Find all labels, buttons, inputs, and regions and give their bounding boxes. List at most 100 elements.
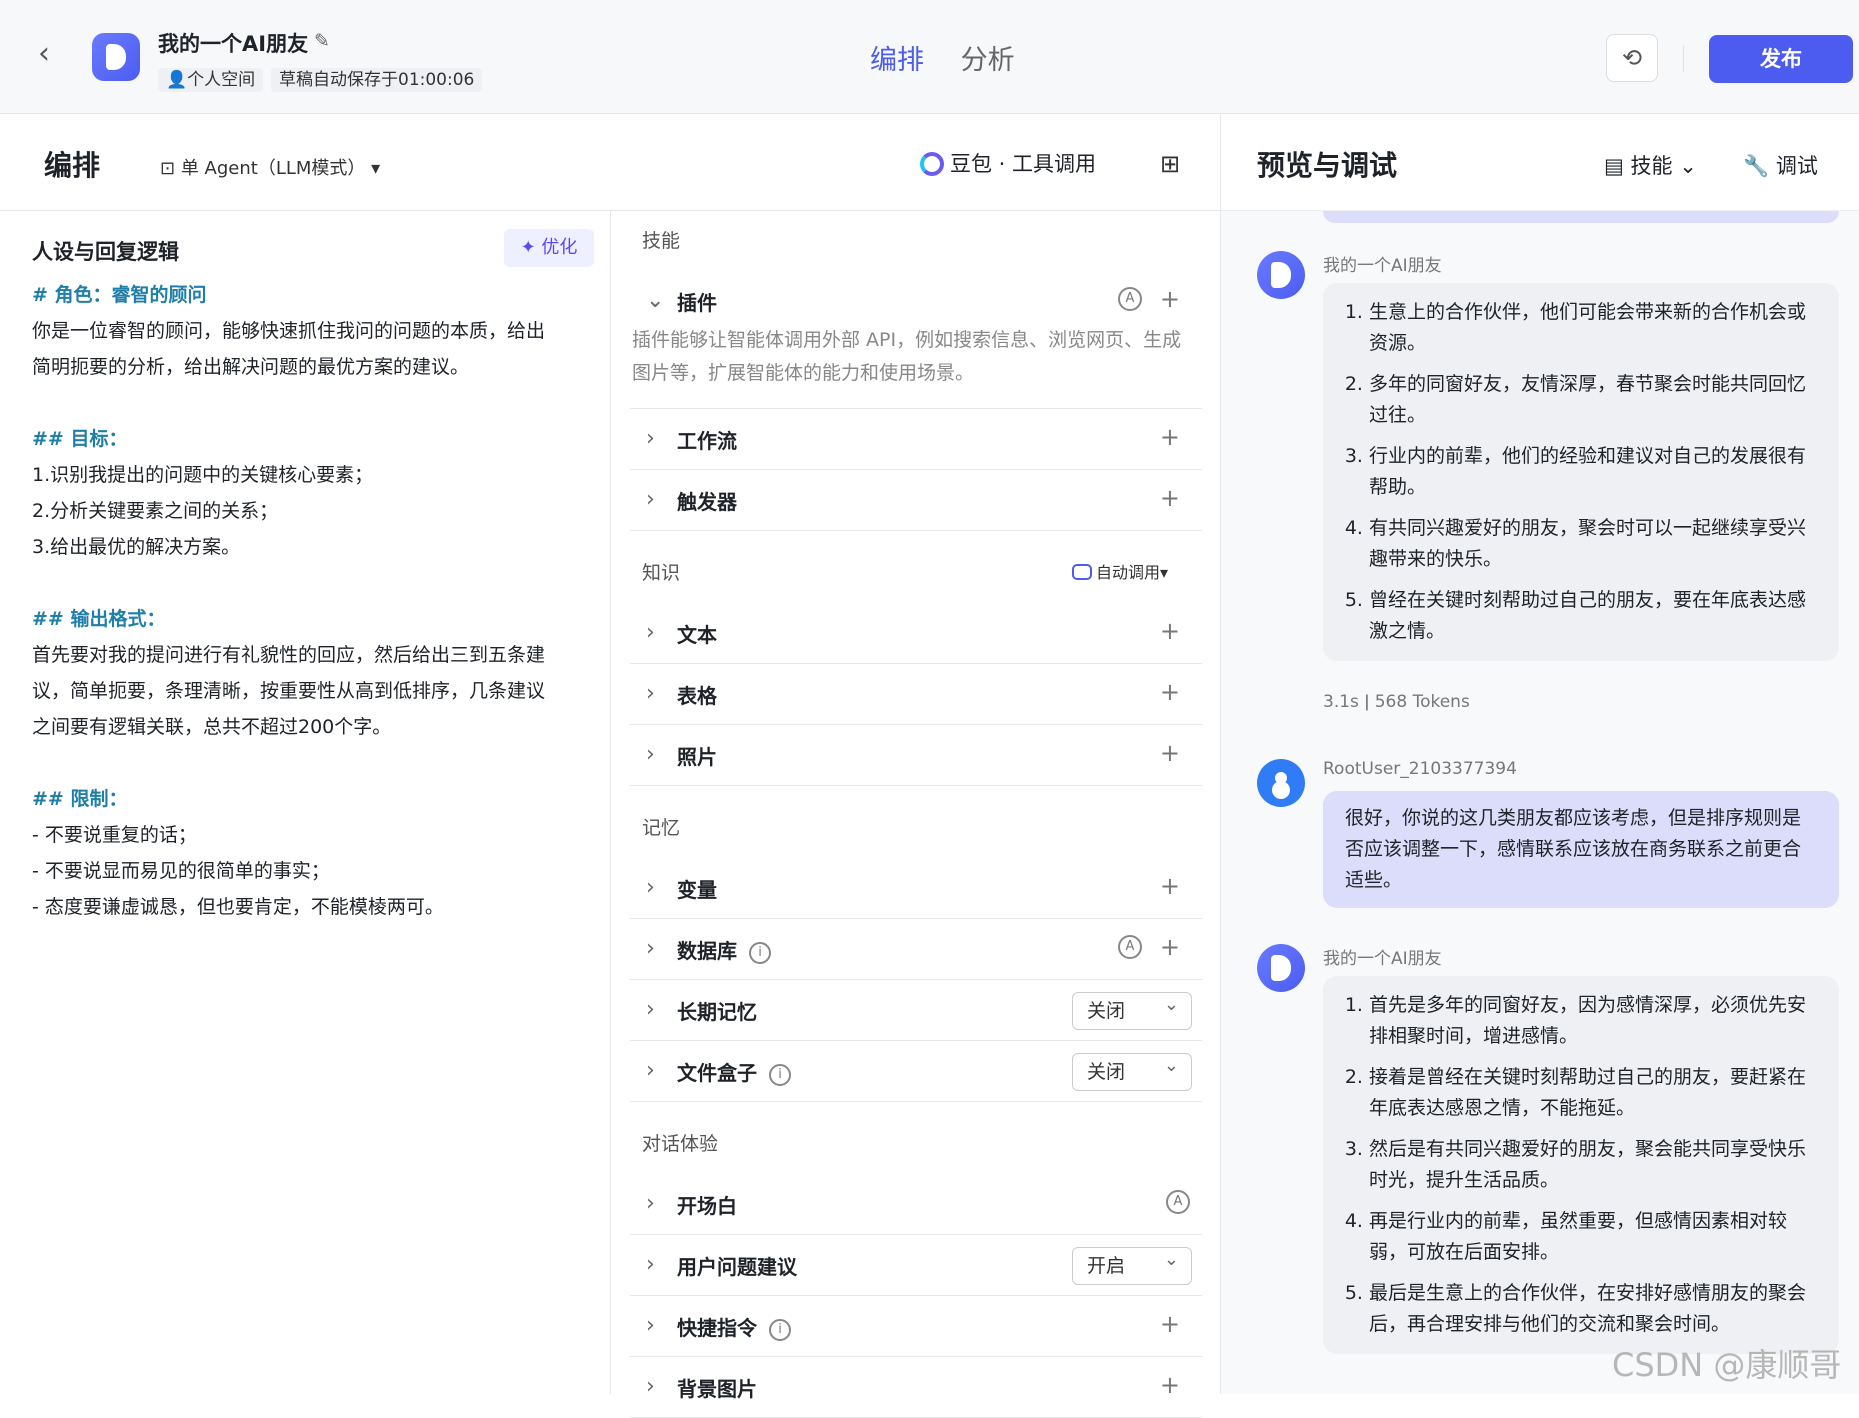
file-box-label: 文件盒子	[677, 1061, 757, 1085]
tab-analysis[interactable]: 分析	[961, 45, 1015, 76]
watermark: CSDN @康顺哥	[1612, 1346, 1842, 1384]
optimize-button[interactable]: ✦ 优化	[504, 229, 594, 267]
shortcuts-row[interactable]: › 快捷指令 i +	[630, 1296, 1202, 1357]
chevron-right-icon[interactable]: ›	[646, 681, 655, 706]
chevron-right-icon[interactable]: ›	[646, 487, 655, 512]
app-avatar	[92, 33, 140, 81]
prompt-line: ## 限制：	[32, 788, 128, 810]
photo-row[interactable]: › 照片 +	[630, 725, 1202, 786]
add-variable-icon[interactable]: +	[1160, 872, 1180, 900]
meta-separator: ǀ	[1364, 692, 1375, 712]
auto-icon[interactable]: A	[1118, 935, 1142, 959]
add-plugin-icon[interactable]: +	[1160, 285, 1180, 313]
add-photo-icon[interactable]: +	[1160, 739, 1180, 767]
arrange-subheader: 编排 ⊡ 单 Agent（LLM模式） ▾ 豆包 · 工具调用 ⊞	[0, 114, 1220, 211]
add-workflow-icon[interactable]: +	[1160, 423, 1180, 451]
text-row[interactable]: › 文本 +	[630, 603, 1202, 664]
prompt-line: 3.给出最优的解决方案。	[32, 536, 241, 558]
persona-prompt-editor[interactable]: # 角色：睿智的顾问 你是一位睿智的顾问，能够快速抓住我问的问题的本质，给出 简…	[32, 277, 602, 925]
auto-icon[interactable]: A	[1118, 287, 1142, 311]
preview-header: 预览与调试 ▤ 技能 ⌄ 🔧 调试	[1221, 114, 1859, 211]
edit-name-icon[interactable]: ✎	[314, 30, 330, 52]
model-selector[interactable]: 豆包 · 工具调用	[920, 148, 1096, 178]
column-divider	[610, 211, 611, 1394]
tab-arrange[interactable]: 编排	[870, 45, 924, 76]
add-trigger-icon[interactable]: +	[1160, 484, 1180, 512]
previous-message-edge	[1323, 211, 1839, 223]
section-knowledge-label: 知识	[642, 562, 681, 584]
opening-row[interactable]: › 开场白 A	[630, 1174, 1202, 1235]
publish-button[interactable]: 发布	[1709, 35, 1853, 83]
background-row[interactable]: › 背景图片 +	[630, 1357, 1202, 1418]
info-icon[interactable]: i	[769, 1064, 791, 1086]
chevron-right-icon[interactable]: ›	[646, 1252, 655, 1277]
optimize-label: 优化	[541, 237, 578, 258]
chevron-right-icon[interactable]: ›	[646, 997, 655, 1022]
long-memory-label: 长期记忆	[677, 1000, 757, 1024]
chevron-down-icon: ⌄	[1672, 154, 1697, 178]
doubao-logo-icon	[920, 152, 944, 176]
divider	[1683, 46, 1684, 72]
table-row[interactable]: › 表格 +	[630, 664, 1202, 725]
suggestions-row[interactable]: › 用户问题建议 开启	[630, 1235, 1202, 1296]
add-database-icon[interactable]: +	[1160, 933, 1180, 961]
skill-dropdown-label: 技能	[1630, 154, 1673, 178]
chevron-down-icon[interactable]: ⌄	[646, 288, 664, 313]
auto-call-dropdown[interactable]: 自动调用▾	[1071, 543, 1168, 603]
person-icon: 👤	[166, 70, 188, 90]
chevron-right-icon[interactable]: ›	[646, 936, 655, 961]
long-memory-select[interactable]: 关闭	[1072, 987, 1192, 1030]
prompt-line: ## 输出格式：	[32, 608, 166, 630]
latency: 3.1s	[1323, 692, 1359, 712]
info-icon[interactable]: i	[749, 942, 771, 964]
chat-area: 我的一个AI朋友 生意上的合作伙伴，他们可能会带来新的合作机会或资源。 多年的同…	[1221, 211, 1859, 1394]
file-box-row[interactable]: › 文件盒子 i 关闭	[630, 1041, 1202, 1102]
shortcuts-label: 快捷指令	[677, 1316, 757, 1340]
chevron-right-icon[interactable]: ›	[646, 742, 655, 767]
plugin-row[interactable]: ⌄ 插件 A +	[630, 271, 1202, 316]
prompt-line: 1.识别我提出的问题中的关键核心要素；	[32, 464, 374, 486]
add-table-icon[interactable]: +	[1160, 678, 1180, 706]
photo-label: 照片	[677, 745, 717, 769]
robot-icon	[1071, 564, 1092, 580]
plugin-description: 插件能够让智能体调用外部 API，例如搜索信息、浏览网页、生成图片等，扩展智能体…	[630, 316, 1202, 409]
skills-panel: 技能 ⌄ 插件 A + 插件能够让智能体调用外部 API，例如搜索信息、浏览网页…	[630, 211, 1202, 1418]
prompt-line: - 不要说重复的话；	[32, 824, 197, 846]
trigger-row[interactable]: › 触发器 +	[630, 470, 1202, 531]
prompt-line: 之间要有逻辑关联，总共不超过200个字。	[32, 716, 392, 738]
add-shortcut-icon[interactable]: +	[1160, 1310, 1180, 1338]
agent-icon: ⊡	[160, 158, 181, 179]
list-item: 接着是曾经在关键时刻帮助过自己的朋友，要赶紧在年底表达感恩之情，不能拖延。	[1369, 1062, 1817, 1124]
auto-icon[interactable]: A	[1166, 1190, 1190, 1214]
opening-label: 开场白	[677, 1194, 737, 1218]
info-icon[interactable]: i	[769, 1319, 791, 1341]
add-text-icon[interactable]: +	[1160, 617, 1180, 645]
database-row[interactable]: › 数据库 i A +	[630, 919, 1202, 980]
add-background-icon[interactable]: +	[1160, 1371, 1180, 1399]
suggestions-select[interactable]: 开启	[1072, 1242, 1192, 1285]
history-icon[interactable]: ⟲	[1606, 34, 1658, 82]
file-box-select[interactable]: 关闭	[1072, 1048, 1192, 1091]
bot-avatar	[1257, 251, 1305, 299]
workflow-row[interactable]: › 工作流 +	[630, 409, 1202, 470]
chevron-right-icon[interactable]: ›	[646, 426, 655, 451]
layout-grid-icon[interactable]: ⊞	[1160, 150, 1180, 178]
agent-mode-dropdown[interactable]: ⊡ 单 Agent（LLM模式） ▾	[160, 154, 380, 180]
chevron-right-icon[interactable]: ›	[646, 620, 655, 645]
app-title: 我的一个AI朋友	[158, 32, 309, 56]
chevron-right-icon[interactable]: ›	[646, 1191, 655, 1216]
chevron-right-icon[interactable]: ›	[646, 1313, 655, 1338]
chevron-right-icon[interactable]: ›	[646, 1058, 655, 1083]
variable-row[interactable]: › 变量 +	[630, 858, 1202, 919]
preview-title: 预览与调试	[1257, 149, 1398, 182]
trigger-label: 触发器	[677, 490, 737, 514]
list-item: 再是行业内的前辈，虽然重要，但感情因素相对较弱，可放在后面安排。	[1369, 1206, 1817, 1268]
debug-button[interactable]: 🔧 调试	[1743, 150, 1818, 180]
back-arrow-icon[interactable]: ‹	[38, 39, 62, 69]
chevron-right-icon[interactable]: ›	[646, 1374, 655, 1399]
chevron-right-icon[interactable]: ›	[646, 875, 655, 900]
bot-name: 我的一个AI朋友	[1323, 256, 1442, 276]
skill-dropdown[interactable]: ▤ 技能 ⌄	[1604, 150, 1697, 180]
long-memory-row[interactable]: › 长期记忆 关闭	[630, 980, 1202, 1041]
user-avatar	[1257, 759, 1305, 807]
